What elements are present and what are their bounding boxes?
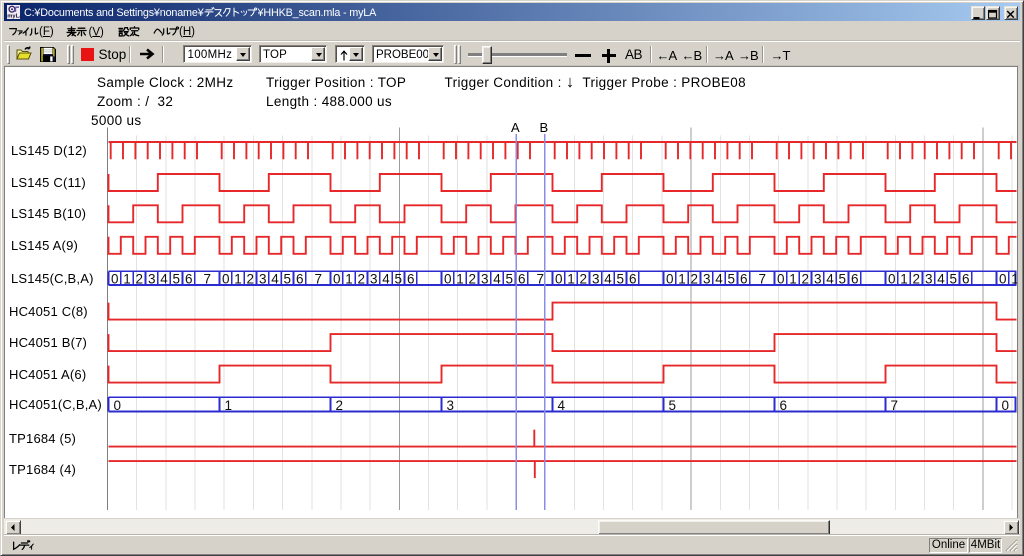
svg-text:2: 2: [913, 272, 921, 287]
svg-text:5: 5: [395, 272, 403, 287]
svg-text:0: 0: [222, 272, 230, 287]
svg-text:3: 3: [259, 272, 267, 287]
svg-text:1: 1: [900, 272, 908, 287]
svg-text:3: 3: [447, 398, 455, 413]
svg-text:1: 1: [789, 272, 797, 287]
svg-text:0: 0: [114, 398, 122, 413]
svg-text:0: 0: [777, 272, 785, 287]
svg-text:4: 4: [382, 272, 390, 287]
svg-text:5: 5: [506, 272, 514, 287]
svg-text:1: 1: [225, 398, 233, 413]
svg-text:0: 0: [888, 272, 896, 287]
svg-text:2: 2: [247, 272, 255, 287]
svg-text:2: 2: [336, 398, 344, 413]
svg-text:2: 2: [802, 272, 810, 287]
svg-text:6: 6: [518, 272, 526, 287]
svg-text:2: 2: [358, 272, 366, 287]
svg-text:4: 4: [160, 272, 168, 287]
svg-text:2: 2: [691, 272, 699, 287]
svg-text:2: 2: [580, 272, 588, 287]
svg-text:0: 0: [555, 272, 563, 287]
svg-text:4: 4: [826, 272, 834, 287]
svg-text:3: 3: [148, 272, 156, 287]
svg-text:5: 5: [617, 272, 625, 287]
svg-text:1: 1: [1011, 272, 1019, 287]
svg-text:3: 3: [703, 272, 711, 287]
svg-text:5: 5: [839, 272, 847, 287]
svg-text:7: 7: [758, 272, 766, 287]
svg-text:4: 4: [604, 272, 612, 287]
svg-text:1: 1: [123, 272, 131, 287]
svg-text:5: 5: [728, 272, 736, 287]
svg-text:4: 4: [558, 398, 566, 413]
svg-text:4: 4: [715, 272, 723, 287]
svg-text:5: 5: [950, 272, 958, 287]
svg-text:4: 4: [271, 272, 279, 287]
svg-text:5: 5: [284, 272, 292, 287]
svg-text:4: 4: [493, 272, 501, 287]
svg-text:6: 6: [851, 272, 859, 287]
svg-text:3: 3: [925, 272, 933, 287]
svg-text:0: 0: [999, 272, 1007, 287]
svg-text:0: 0: [666, 272, 674, 287]
svg-text:7: 7: [891, 398, 899, 413]
svg-text:2: 2: [469, 272, 477, 287]
svg-text:6: 6: [296, 272, 304, 287]
svg-text:7: 7: [203, 272, 211, 287]
svg-text:3: 3: [481, 272, 489, 287]
svg-text:7: 7: [536, 272, 544, 287]
svg-text:1: 1: [456, 272, 464, 287]
svg-text:1: 1: [678, 272, 686, 287]
svg-text:2: 2: [136, 272, 144, 287]
svg-text:3: 3: [814, 272, 822, 287]
svg-text:6: 6: [407, 272, 415, 287]
svg-text:1: 1: [567, 272, 575, 287]
svg-text:6: 6: [740, 272, 748, 287]
svg-text:0: 0: [444, 272, 452, 287]
svg-text:6: 6: [629, 272, 637, 287]
svg-text:3: 3: [592, 272, 600, 287]
svg-text:4: 4: [937, 272, 945, 287]
svg-text:0: 0: [1002, 398, 1010, 413]
svg-text:6: 6: [962, 272, 970, 287]
svg-text:6: 6: [185, 272, 193, 287]
svg-text:0: 0: [111, 272, 119, 287]
svg-text:5: 5: [173, 272, 181, 287]
svg-text:3: 3: [370, 272, 378, 287]
svg-text:5: 5: [669, 398, 677, 413]
svg-text:1: 1: [234, 272, 242, 287]
svg-text:0: 0: [333, 272, 341, 287]
svg-text:1: 1: [345, 272, 353, 287]
svg-text:7: 7: [314, 272, 322, 287]
svg-text:6: 6: [780, 398, 788, 413]
